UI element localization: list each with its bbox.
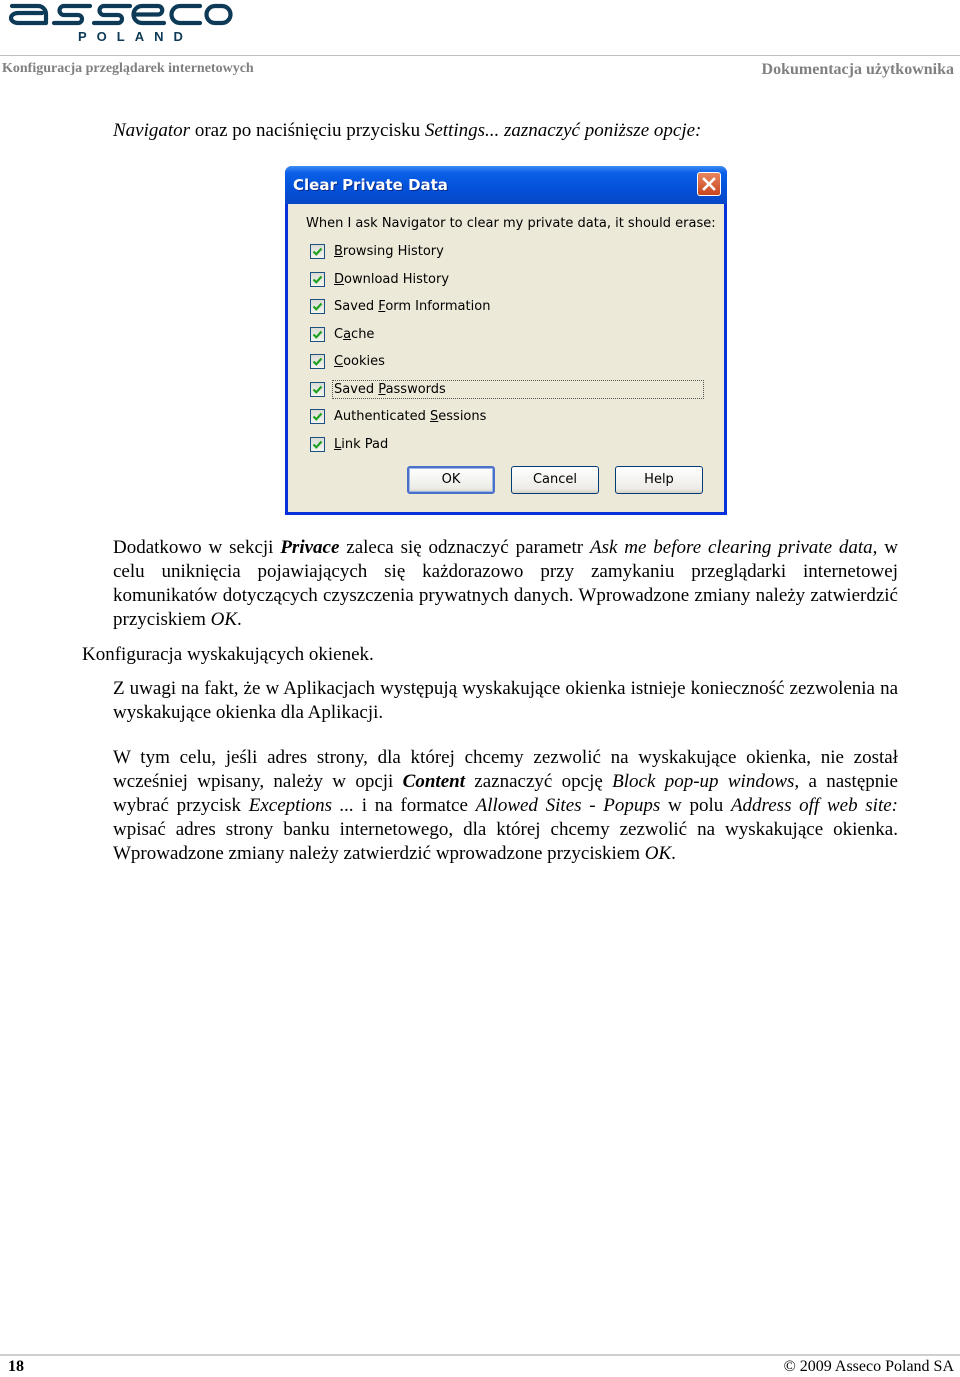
checkbox[interactable] — [310, 298, 325, 314]
ask-me-term: Ask me before clearing private data — [589, 537, 873, 558]
popups-section-heading: Konfiguracja wyskakujących okienek. — [82, 644, 374, 665]
checkmark-icon — [312, 412, 323, 421]
checkmark-icon — [312, 440, 323, 449]
navigator-term: Navigator — [113, 120, 191, 141]
asseco-logo: POLAND — [8, 2, 234, 44]
allowed-sites-term: Allowed Sites — [475, 795, 582, 816]
dialog-titlebar[interactable]: Clear Private Data — [285, 166, 727, 204]
privacy-paragraph: Dodatkowo w sekcji Privace zaleca się od… — [113, 537, 898, 630]
page-number: 18 — [8, 1358, 24, 1375]
exceptions-term: Exceptions ... — [248, 795, 355, 816]
address-term: Address off web site: — [730, 795, 898, 816]
dialog-title: Clear Private Data — [293, 176, 448, 194]
option-link-pad[interactable]: Link Pad — [310, 434, 388, 454]
cancel-button[interactable]: Cancel — [511, 466, 599, 494]
checkmark-icon — [312, 330, 323, 339]
checkmark-icon — [312, 385, 323, 394]
option-authenticated-sessions[interactable]: Authenticated Sessions — [310, 406, 486, 426]
checkbox[interactable] — [310, 271, 325, 287]
intro-paragraph: Navigator oraz po naciśnięciu przycisku … — [113, 120, 702, 141]
privace-term: Privace — [280, 537, 340, 558]
close-icon — [702, 177, 716, 191]
header-divider — [0, 55, 960, 56]
content-term: Content — [402, 771, 465, 792]
checkmark-icon — [312, 302, 323, 311]
option-label: Authenticated Sessions — [334, 408, 487, 424]
footer-divider — [0, 1354, 960, 1356]
block-popups-term: Block pop-up windows, — [612, 771, 800, 792]
checkmark-icon — [312, 275, 323, 284]
checkbox[interactable] — [310, 408, 325, 424]
option-label: Saved Form Information — [334, 298, 491, 314]
checkbox[interactable] — [310, 326, 325, 342]
document-type-title: Dokumentacja użytkownika — [761, 61, 954, 78]
copyright: © 2009 Asseco Poland SA — [783, 1358, 954, 1375]
checkbox[interactable] — [310, 381, 325, 397]
popups-term: Popups — [603, 795, 661, 816]
option-label: Link Pad — [334, 436, 389, 452]
option-label: Cookies — [334, 353, 385, 369]
ok-term: OK — [210, 609, 238, 630]
option-download-history[interactable]: Download History — [310, 269, 449, 289]
option-cookies[interactable]: Cookies — [310, 351, 385, 371]
popups-intro-paragraph: Z uwagi na fakt, że w Aplikacjach występ… — [113, 678, 898, 723]
dialog-prompt: When I ask Navigator to clear my private… — [306, 216, 716, 231]
checkbox[interactable] — [310, 436, 325, 452]
option-label: Saved Passwords — [332, 379, 704, 399]
logo-poland-text: POLAND — [78, 29, 193, 44]
checkbox[interactable] — [310, 353, 325, 369]
popups-instructions-paragraph: W tym celu, jeśli adres strony, dla któr… — [113, 747, 898, 864]
option-cache[interactable]: Cache — [310, 324, 374, 344]
document-section-title: Konfiguracja przeglądarek internetowych — [2, 61, 254, 76]
option-label: Browsing History — [334, 243, 444, 259]
checkmark-icon — [312, 357, 323, 366]
option-label: Download History — [334, 271, 450, 287]
clear-private-data-dialog: Clear Private Data When I ask Navigator … — [285, 166, 727, 515]
checkbox[interactable] — [310, 243, 325, 259]
asseco-wordmark-icon — [8, 3, 233, 26]
ok-term: OK — [644, 843, 672, 864]
option-saved-form-information[interactable]: Saved Form Information — [310, 296, 490, 316]
help-button[interactable]: Help — [615, 466, 703, 494]
settings-term: Settings... zaznaczyć poniższe opcje: — [424, 120, 702, 141]
close-button[interactable] — [697, 172, 721, 196]
option-browsing-history[interactable]: Browsing History — [310, 241, 444, 261]
checkmark-icon — [312, 247, 323, 256]
ok-button[interactable]: OK — [407, 466, 495, 494]
option-saved-passwords[interactable]: Saved Passwords — [310, 379, 704, 399]
option-label: Cache — [334, 326, 375, 342]
